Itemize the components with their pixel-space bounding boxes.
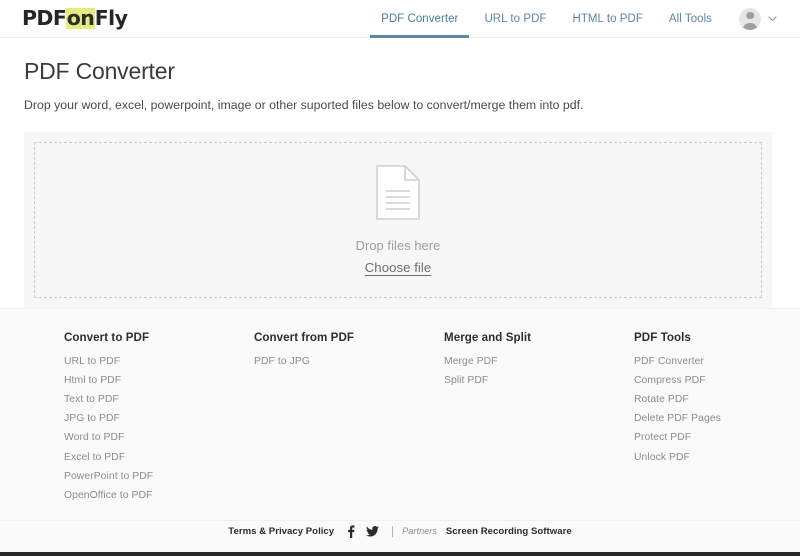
footer-bottom-bar: Terms & Privacy Policy Partners Screen R… — [0, 519, 800, 542]
footer-columns: Convert to PDF URL to PDF Html to PDF Te… — [0, 331, 800, 510]
nav-item-all-tools[interactable]: All Tools — [656, 0, 725, 38]
site-header: PDF on Fly PDF Converter URL to PDF HTML t… — [0, 0, 800, 38]
main-nav: PDF Converter URL to PDF HTML to PDF All… — [368, 0, 778, 38]
footer-link-openoffice-to-pdf[interactable]: OpenOffice to PDF — [64, 490, 254, 501]
footer-heading: Convert to PDF — [64, 330, 150, 344]
footer-heading: Convert from PDF — [254, 330, 354, 344]
footer-column-merge-and-split: Merge and Split Merge PDF Split PDF — [444, 331, 634, 510]
logo-part-fly: Fly — [94, 6, 128, 31]
nav-item-url-to-pdf[interactable]: URL to PDF — [471, 0, 559, 38]
footer-heading: Merge and Split — [444, 330, 532, 344]
dropzone-hint: Drop files here — [355, 237, 441, 253]
footer-link-url-to-pdf[interactable]: URL to PDF — [64, 356, 254, 367]
partner-link-screen-recording-software[interactable]: Screen Recording Software — [446, 526, 572, 537]
footer-link-delete-pdf-pages[interactable]: Delete PDF Pages — [634, 413, 721, 424]
footer-link-merge-pdf[interactable]: Merge PDF — [444, 356, 634, 367]
browser-bottom-strip — [0, 552, 800, 556]
footer-column-pdf-tools: PDF Tools PDF Converter Compress PDF Rot… — [634, 331, 721, 510]
choose-file-link[interactable]: Choose file — [365, 260, 432, 275]
footer-link-pdf-converter[interactable]: PDF Converter — [634, 356, 721, 367]
nav-item-html-to-pdf[interactable]: HTML to PDF — [560, 0, 656, 38]
dropzone-panel: Drop files here Choose file — [24, 131, 772, 308]
footer-link-word-to-pdf[interactable]: Word to PDF — [64, 432, 254, 443]
main-content: PDF Converter Drop your word, excel, pow… — [0, 38, 800, 308]
site-footer: Convert to PDF URL to PDF Html to PDF Te… — [0, 307, 800, 556]
chevron-down-icon — [768, 16, 777, 22]
nav-item-pdf-converter[interactable]: PDF Converter — [368, 0, 471, 38]
bottom-bar-divider — [392, 525, 394, 537]
page-root: PDF on Fly PDF Converter URL to PDF HTML t… — [0, 0, 800, 556]
footer-column-convert-to-pdf: Convert to PDF URL to PDF Html to PDF Te… — [64, 331, 254, 510]
footer-link-protect-pdf[interactable]: Protect PDF — [634, 432, 721, 443]
user-avatar-icon — [739, 7, 761, 30]
footer-heading: PDF Tools — [634, 330, 691, 344]
social-links — [347, 524, 380, 538]
footer-link-compress-pdf[interactable]: Compress PDF — [634, 375, 721, 386]
facebook-icon[interactable] — [347, 524, 355, 538]
twitter-icon[interactable] — [366, 525, 380, 537]
footer-link-text-to-pdf[interactable]: Text to PDF — [64, 394, 254, 405]
footer-column-convert-from-pdf: Convert from PDF PDF to JPG — [254, 331, 444, 510]
footer-link-rotate-pdf[interactable]: Rotate PDF — [634, 394, 721, 405]
footer-link-jpg-to-pdf[interactable]: JPG to PDF — [64, 413, 254, 424]
footer-link-powerpoint-to-pdf[interactable]: PowerPoint to PDF — [64, 471, 254, 482]
site-logo[interactable]: PDF on Fly — [22, 6, 128, 31]
footer-link-html-to-pdf[interactable]: Html to PDF — [64, 375, 254, 386]
page-subtitle: Drop your word, excel, powerpoint, image… — [24, 97, 584, 112]
user-menu[interactable] — [739, 7, 778, 30]
terms-privacy-link[interactable]: Terms & Privacy Policy — [228, 526, 334, 537]
document-file-icon — [376, 164, 420, 220]
footer-link-excel-to-pdf[interactable]: Excel to PDF — [64, 452, 254, 463]
footer-link-pdf-to-jpg[interactable]: PDF to JPG — [254, 356, 444, 367]
footer-link-unlock-pdf[interactable]: Unlock PDF — [634, 452, 721, 463]
footer-link-split-pdf[interactable]: Split PDF — [444, 375, 634, 386]
logo-part-on: on — [66, 6, 95, 31]
file-dropzone[interactable]: Drop files here Choose file — [34, 141, 762, 298]
page-title: PDF Converter — [24, 58, 175, 84]
logo-part-pdf: PDF — [22, 6, 67, 31]
partners-label: Partners — [402, 526, 437, 537]
